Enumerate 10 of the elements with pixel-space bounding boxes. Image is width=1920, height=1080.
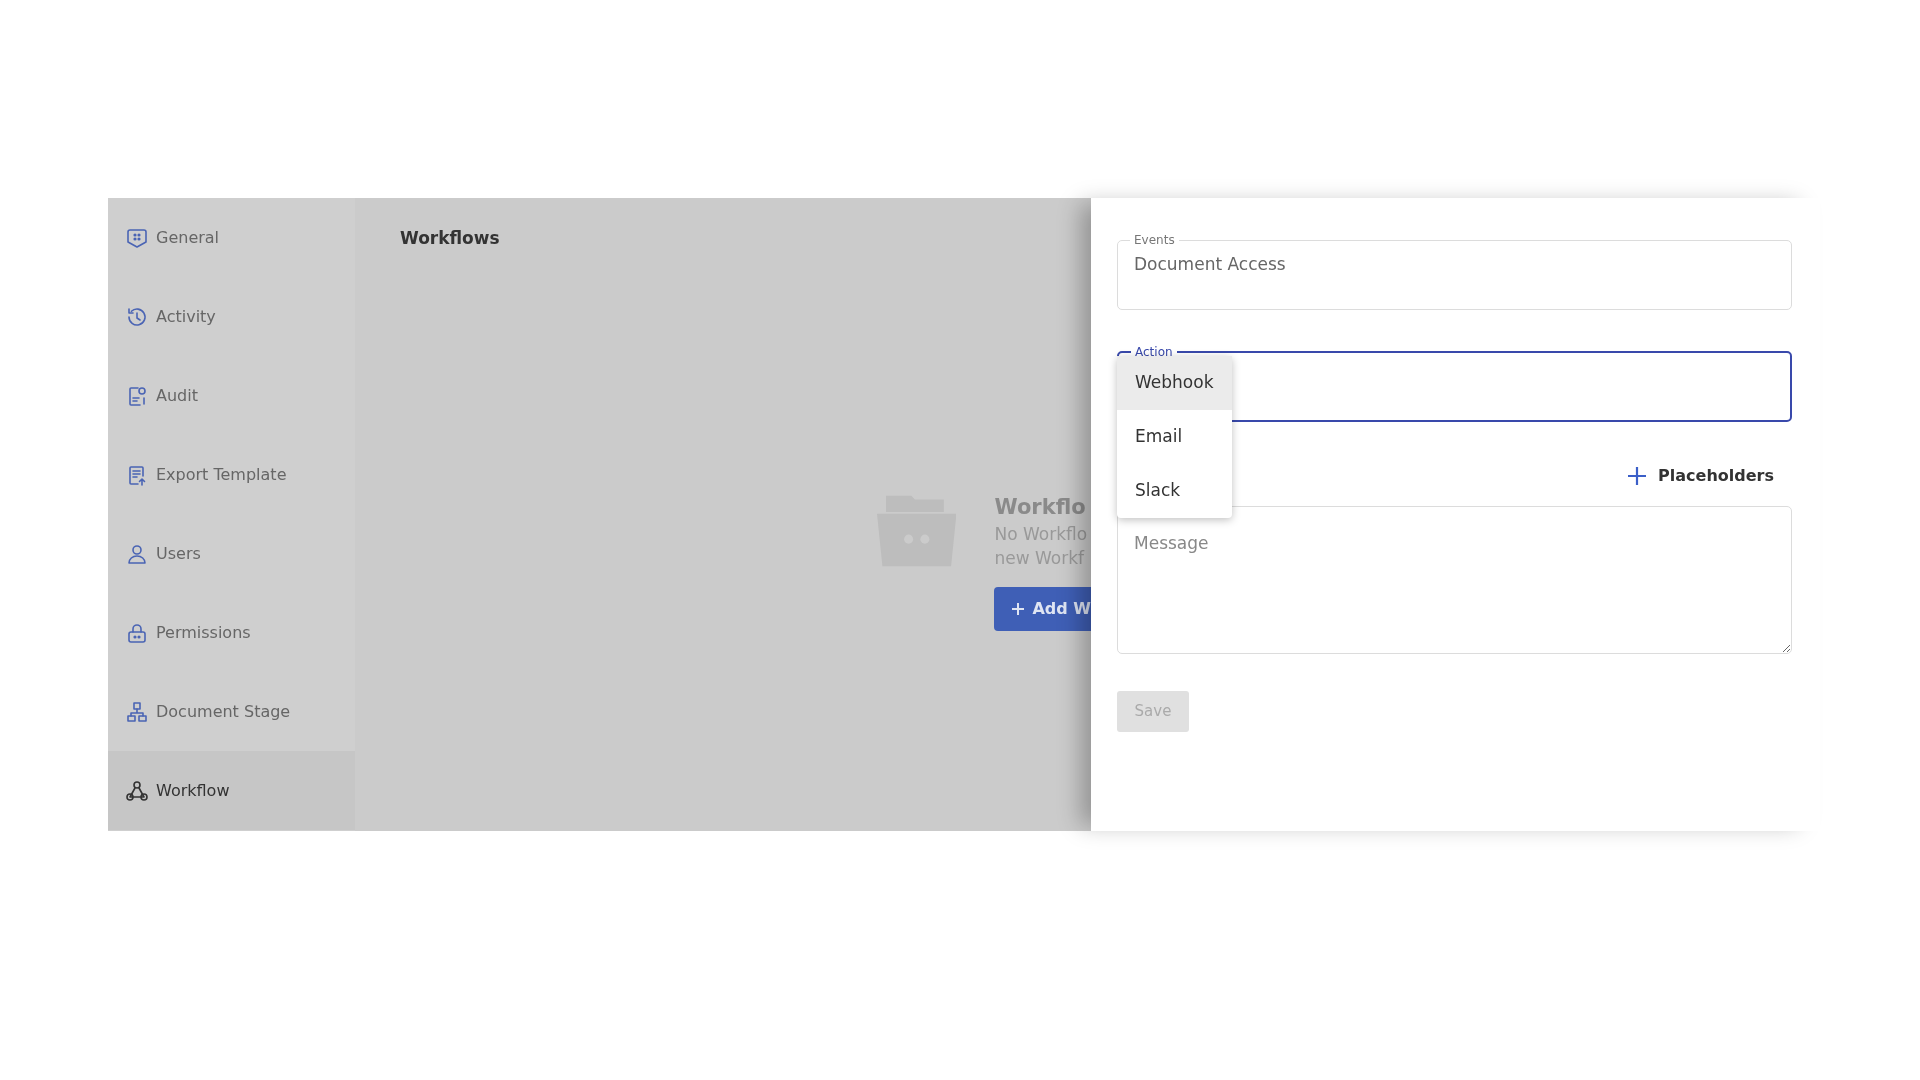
empty-title: Workflo (994, 493, 1087, 521)
sidebar-label: Document Stage (156, 700, 291, 723)
sidebar-label: Permissions (156, 621, 251, 644)
sidebar-label: Audit (156, 384, 198, 407)
sidebar-label: Activity (156, 305, 216, 328)
sidebar-label: General (156, 226, 220, 249)
sidebar-label: Users (156, 542, 201, 565)
sidebar-label: Export Template (156, 463, 287, 486)
sidebar-label: Workflow (156, 779, 230, 802)
page-title: Workflows (400, 227, 501, 250)
